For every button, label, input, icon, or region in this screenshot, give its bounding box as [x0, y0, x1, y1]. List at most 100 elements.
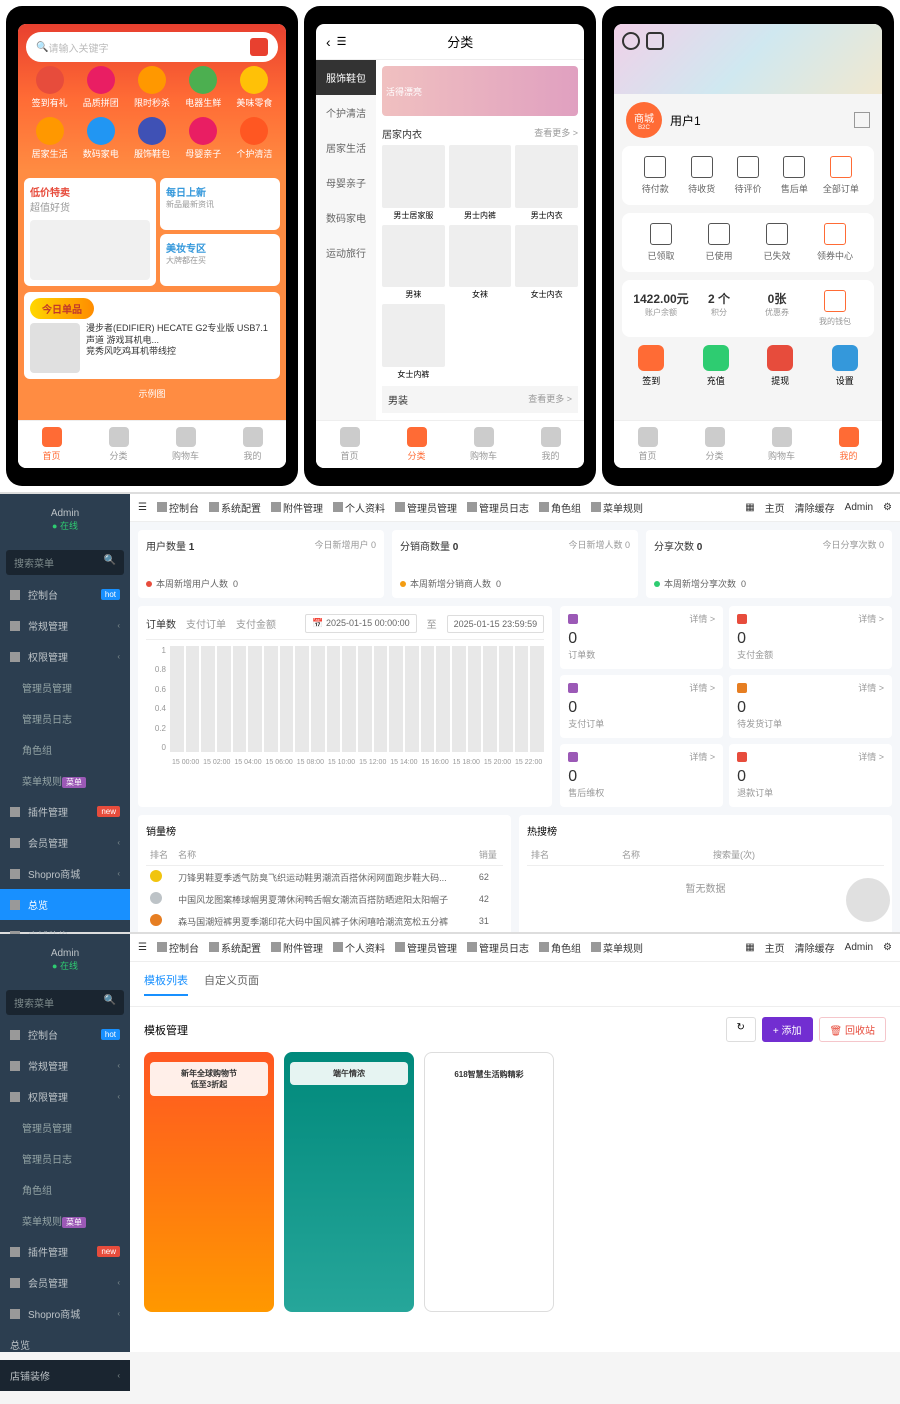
sidebar-item[interactable]: 常规管理‹: [0, 1050, 130, 1081]
category-item[interactable]: 电器生鲜: [180, 66, 227, 109]
category-item[interactable]: 限时秒杀: [128, 66, 175, 109]
search-bar[interactable]: 🔍 请输入关键字: [26, 32, 278, 62]
topbar-link[interactable]: 系统配置: [209, 504, 261, 515]
mini-stat[interactable]: 详情 >0待发货订单: [729, 675, 892, 738]
topbar-link[interactable]: 菜单规则: [591, 504, 643, 515]
category-item[interactable]: 个护清洁: [231, 117, 278, 160]
menu-toggle-icon[interactable]: ☰: [138, 942, 147, 953]
coupon-status[interactable]: 领券中心: [806, 223, 864, 262]
category-item[interactable]: 美味零食: [231, 66, 278, 109]
qr-icon[interactable]: [854, 112, 870, 128]
coupon-status[interactable]: 已失效: [748, 223, 806, 262]
topbar-link[interactable]: 管理员日志: [467, 504, 529, 515]
topbar-link[interactable]: 个人资料: [333, 504, 385, 515]
template-card[interactable]: 618智慧生活购精彩: [424, 1052, 554, 1312]
sidebar-item[interactable]: 总览: [0, 889, 130, 920]
tab-分类[interactable]: 分类: [85, 427, 152, 462]
topbar-link[interactable]: 管理员管理: [395, 944, 457, 955]
chart-tab[interactable]: 支付金额: [236, 616, 276, 631]
product-item[interactable]: 男士内裤: [449, 145, 512, 221]
tab-购物车[interactable]: 购物车: [748, 427, 815, 462]
topbar-link[interactable]: 附件管理: [271, 944, 323, 955]
product-item[interactable]: 男袜: [382, 225, 445, 301]
mini-stat[interactable]: 详情 >0支付金额: [729, 606, 892, 669]
mini-stat[interactable]: 详情 >0订单数: [560, 606, 723, 669]
topbar-link[interactable]: 管理员管理: [395, 504, 457, 515]
order-status[interactable]: 全部订单: [818, 156, 864, 195]
topbar-link[interactable]: 主页: [765, 500, 785, 515]
sidebar-item[interactable]: 插件管理new: [0, 796, 130, 827]
sidebar-item[interactable]: 控制台hot: [0, 1019, 130, 1050]
tab-分类[interactable]: 分类: [383, 427, 450, 462]
sidebar-subitem[interactable]: 管理员管理: [0, 1112, 130, 1143]
sidebar-item[interactable]: Shopro商城‹: [0, 858, 130, 889]
date-from[interactable]: 📅 2025-01-15 00:00:00: [305, 614, 416, 633]
topbar-link[interactable]: 角色组: [539, 504, 581, 515]
topbar-link[interactable]: 主页: [765, 940, 785, 955]
mini-stat[interactable]: 详情 >0退款订单: [729, 744, 892, 807]
sidebar-subitem[interactable]: 管理员管理: [0, 672, 130, 703]
topbar-link[interactable]: Admin: [845, 502, 873, 513]
tab-首页[interactable]: 首页: [614, 427, 681, 462]
back-icon[interactable]: ‹: [326, 34, 331, 50]
add-button[interactable]: + 添加: [762, 1017, 813, 1042]
tab-分类[interactable]: 分类: [681, 427, 748, 462]
wallet-item[interactable]: 0张优惠券: [748, 290, 806, 327]
sidebar-item[interactable]: 控制台hot: [0, 579, 130, 610]
sidebar-item[interactable]: 会员管理‹: [0, 827, 130, 858]
settings-icon[interactable]: ⚙: [883, 502, 892, 513]
side-cat[interactable]: 服饰鞋包: [316, 60, 376, 95]
tab-我的[interactable]: 我的: [517, 427, 584, 462]
topbar-link[interactable]: Admin: [845, 942, 873, 953]
menu-icon[interactable]: ☰: [337, 35, 347, 48]
order-status[interactable]: 待评价: [725, 156, 771, 195]
sidebar-item[interactable]: 插件管理new: [0, 1236, 130, 1267]
side-cat[interactable]: 个护清洁: [316, 95, 376, 130]
topbar-link[interactable]: 控制台: [157, 504, 199, 515]
side-cat[interactable]: 运动旅行: [316, 235, 376, 270]
tab-购物车[interactable]: 购物车: [450, 427, 517, 462]
settings-icon[interactable]: ⚙: [883, 942, 892, 953]
product-item[interactable]: 女士内衣: [515, 225, 578, 301]
sidebar-subitem[interactable]: 管理员日志: [0, 703, 130, 734]
sidebar-item[interactable]: 权限管理‹: [0, 641, 130, 672]
product-item[interactable]: 男士居家服: [382, 145, 445, 221]
tab-首页[interactable]: 首页: [18, 427, 85, 462]
grid-icon[interactable]: ▦: [745, 942, 754, 953]
menu-search[interactable]: 搜索菜单🔍: [6, 550, 124, 575]
wallet-item[interactable]: 2 个积分: [690, 290, 748, 327]
topbar-link[interactable]: 清除缓存: [795, 940, 835, 955]
more-link[interactable]: 查看更多 >: [528, 392, 572, 407]
side-cat[interactable]: 母婴亲子: [316, 165, 376, 200]
product-item[interactable]: 女士内裤: [382, 304, 445, 380]
topbar-link[interactable]: 菜单规则: [591, 944, 643, 955]
category-item[interactable]: 居家生活: [26, 117, 73, 160]
category-item[interactable]: 签到有礼: [26, 66, 73, 109]
tab-custom[interactable]: 自定义页面: [204, 972, 259, 996]
chart-tab[interactable]: 支付订单: [186, 616, 226, 631]
topbar-link[interactable]: 角色组: [539, 944, 581, 955]
side-cat[interactable]: 居家生活: [316, 130, 376, 165]
template-card[interactable]: 端午情浓: [284, 1052, 414, 1312]
tab-templates[interactable]: 模板列表: [144, 972, 188, 996]
message-icon[interactable]: [622, 32, 640, 50]
template-card[interactable]: 新年全球购物节低至3折起: [144, 1052, 274, 1312]
topbar-link[interactable]: 系统配置: [209, 944, 261, 955]
action-充值[interactable]: 充值: [687, 345, 746, 387]
sidebar-item[interactable]: 会员管理‹: [0, 1267, 130, 1298]
menu-toggle-icon[interactable]: ☰: [138, 502, 147, 513]
sidebar-subitem[interactable]: 管理员日志: [0, 1143, 130, 1174]
promo-card[interactable]: 每日上新新品最新资讯: [160, 178, 280, 230]
action-提现[interactable]: 提现: [751, 345, 810, 387]
action-设置[interactable]: 设置: [816, 345, 875, 387]
tab-购物车[interactable]: 购物车: [152, 427, 219, 462]
sidebar-item[interactable]: 常规管理‹: [0, 610, 130, 641]
category-item[interactable]: 数码家电: [77, 117, 124, 160]
calendar-icon[interactable]: [250, 38, 268, 56]
product-item[interactable]: 男士内衣: [515, 145, 578, 221]
sidebar-item[interactable]: Shopro商城‹: [0, 1298, 130, 1329]
wallet-item[interactable]: 我的钱包: [806, 290, 864, 327]
sidebar-subitem[interactable]: 角色组: [0, 734, 130, 765]
chat-bubble-icon[interactable]: [846, 878, 890, 922]
menu-search[interactable]: 搜索菜单🔍: [6, 990, 124, 1015]
